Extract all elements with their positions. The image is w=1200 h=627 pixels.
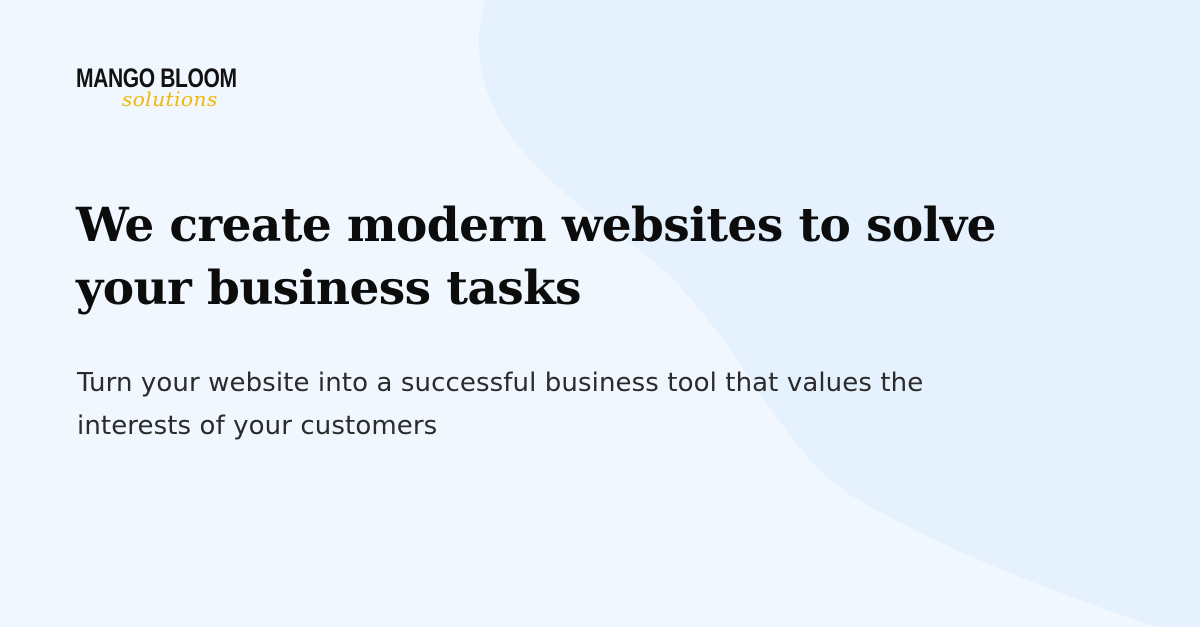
hero-headline: We create modern websites to solve your …	[76, 194, 1076, 320]
hero-headline-line-2: your business tasks	[76, 261, 582, 316]
brand-logo[interactable]: MANGO BLOOM solutions	[76, 63, 246, 124]
hero-headline-line-1: We create modern websites to solve	[76, 198, 997, 253]
hero-subtext-line-1: Turn your website into a successful busi…	[77, 368, 924, 398]
hero-subtext: Turn your website into a successful busi…	[77, 362, 1037, 448]
brand-tagline: solutions	[122, 87, 218, 111]
hero-subtext-line-2: interests of your customers	[77, 411, 438, 441]
